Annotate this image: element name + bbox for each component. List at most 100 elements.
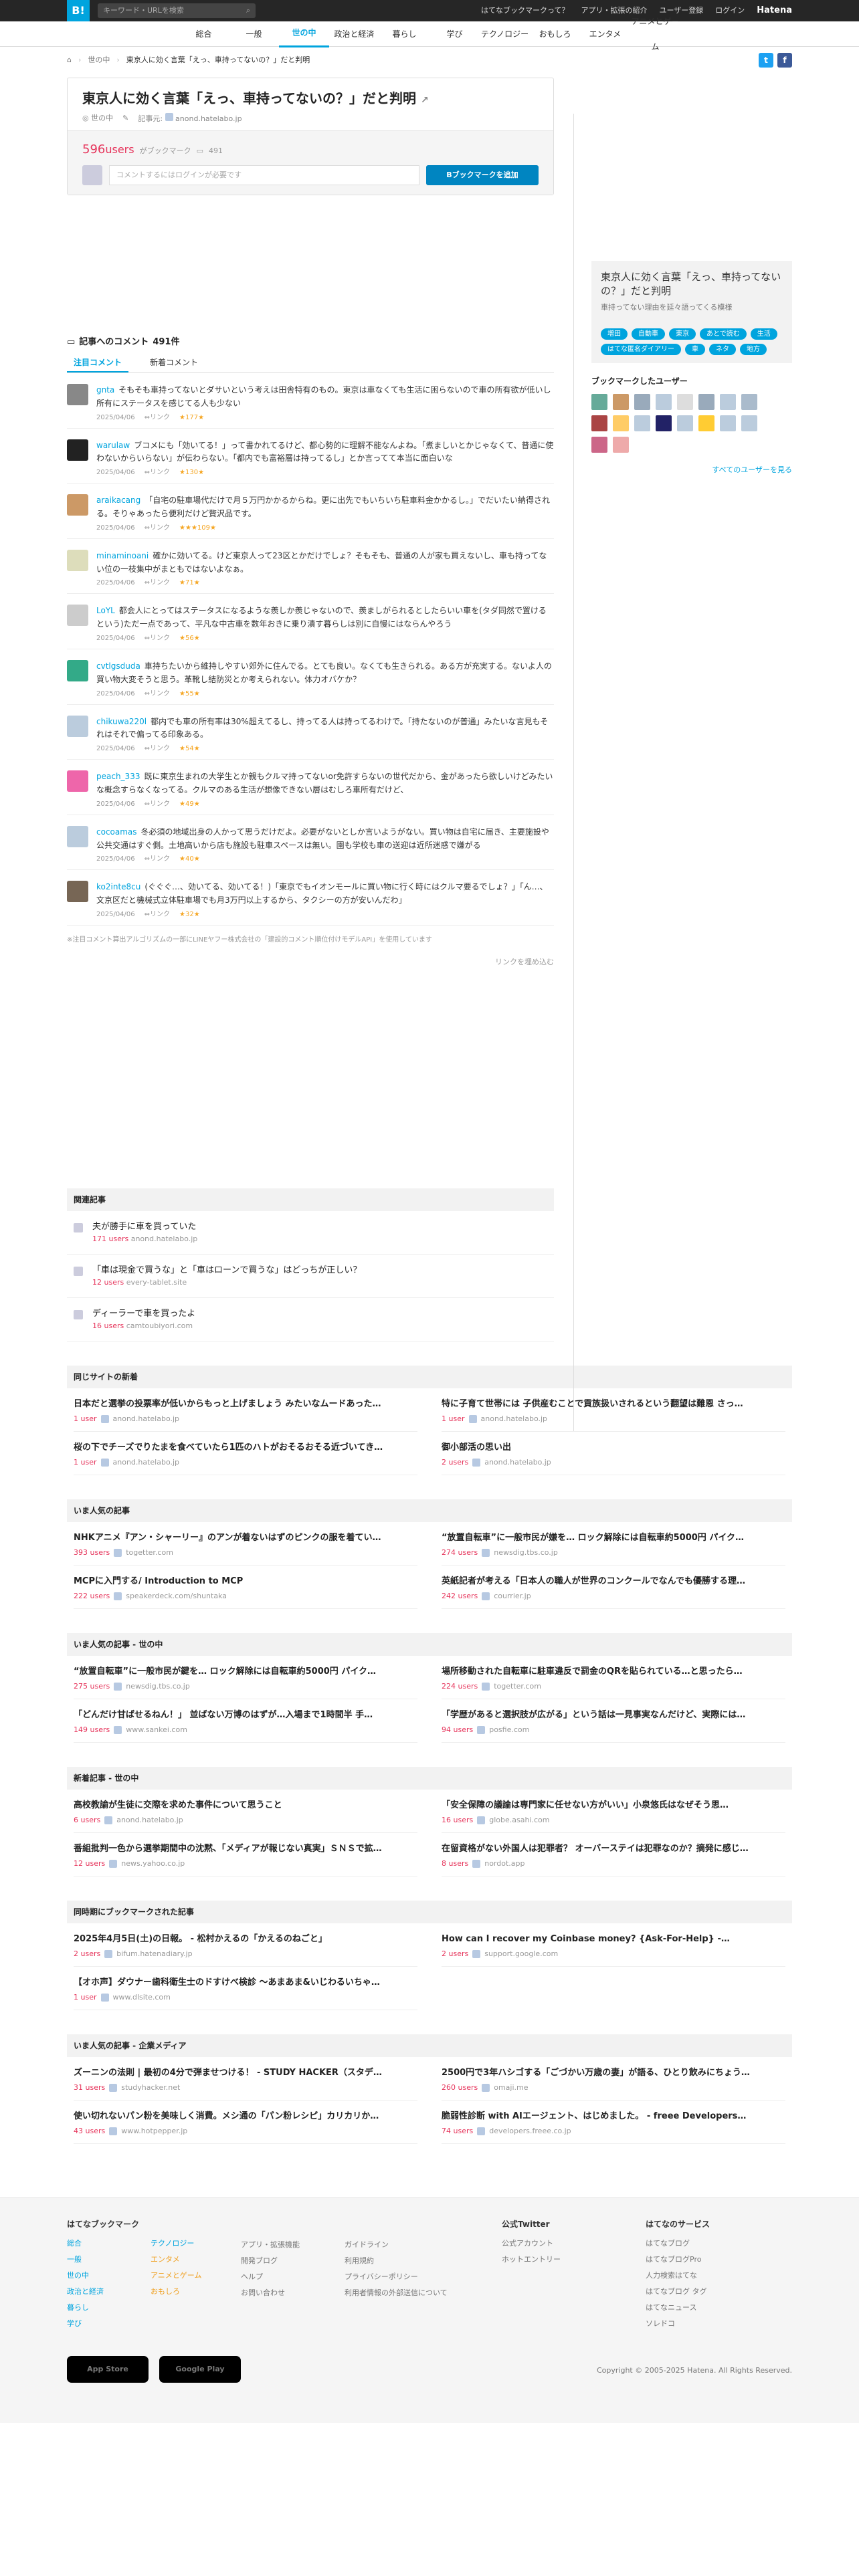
footer-link[interactable]: ガイドライン: [345, 2237, 502, 2253]
users-count[interactable]: 222 users: [74, 1591, 110, 1602]
comment-user[interactable]: ko2inte8cu: [96, 882, 140, 891]
tag-chip[interactable]: 地方: [740, 343, 767, 355]
footer-link[interactable]: ソレドコ: [646, 2316, 710, 2332]
users-count[interactable]: 43 users: [74, 2126, 105, 2137]
tag-chip[interactable]: 増田: [601, 328, 628, 340]
google-play-badge[interactable]: Google Play: [159, 2356, 241, 2383]
comment-date[interactable]: 2025/04/06: [96, 854, 135, 864]
user-avatar[interactable]: [591, 436, 607, 453]
home-icon[interactable]: ⌂: [67, 55, 72, 66]
entry-card[interactable]: “放置自転車”に一般市民が嫌を… ロック解除には自転車約5000円 パイク… 27…: [442, 1522, 785, 1566]
link-icon[interactable]: ⇔リンク: [145, 578, 170, 588]
entry-card[interactable]: 場所移動された自転車に駐車違反で罰金のQRを貼られている…と思ったら… 224 u…: [442, 1656, 785, 1700]
category-tab[interactable]: 暮らし: [379, 21, 430, 47]
footer-link[interactable]: 世の中: [67, 2268, 104, 2284]
star-count[interactable]: ★130★: [179, 467, 204, 477]
category-tab[interactable]: 一般: [229, 21, 279, 47]
footer-link[interactable]: はてなニュース: [646, 2300, 710, 2316]
category-tab[interactable]: テクノロジー: [480, 21, 530, 47]
star-count[interactable]: ★56★: [179, 633, 200, 643]
entry-title[interactable]: 「どんだけ甘ばせるねん！」 並ばない万博のはずが…入場まで1時間半 手…: [74, 1709, 417, 1722]
entry-title[interactable]: 日本だと選挙の投票率が低いからもっと上げましょう みたいなムードあった…: [74, 1398, 417, 1411]
embed-link[interactable]: リンクを埋め込む: [67, 957, 554, 968]
entry-card[interactable]: 日本だと選挙の投票率が低いからもっと上げましょう みたいなムードあった… 1 us…: [74, 1388, 417, 1432]
comment-user[interactable]: cvtlgsduda: [96, 661, 140, 671]
link-icon[interactable]: ⇔リンク: [145, 854, 170, 864]
entry-card[interactable]: 「どんだけ甘ばせるねん！」 並ばない万博のはずが…入場まで1時間半 手… 149 …: [74, 1699, 417, 1743]
users-count[interactable]: 171 users: [92, 1235, 128, 1243]
category-tab[interactable]: 総合: [179, 21, 229, 47]
entry-card[interactable]: 英紙記者が考える「日本人の職人が世界のコンクールでなんでも優勝する理… 242 u…: [442, 1566, 785, 1610]
domain[interactable]: www.sankei.com: [126, 1725, 187, 1736]
entry-title[interactable]: ズーニンの法則 | 最初の4分で弾ませつける！ - STUDY HACKER（ス…: [74, 2066, 417, 2080]
avatar[interactable]: [67, 439, 88, 461]
entry-card[interactable]: 高校教諭が生徒に交際を求めた事件について思うこと 6 users anond.hat…: [74, 1790, 417, 1834]
see-all-users-link[interactable]: すべてのユーザーを見る: [591, 465, 792, 476]
entry-card[interactable]: 「安全保障の議論は専門家に任せない方がいい」小泉悠氏はなぜそう思… 16 user…: [442, 1790, 785, 1834]
user-avatar[interactable]: [677, 393, 693, 410]
footer-link[interactable]: 一般: [67, 2252, 104, 2268]
related-title[interactable]: 「車は現金で買うな」と「車はローンで買うな」はどっちが正しい？: [92, 1264, 361, 1277]
footer-link[interactable]: 暮らし: [67, 2300, 104, 2316]
entry-card[interactable]: 2500円で3年ハシゴする「ごづかい万歳の妻」が語る、ひとり飲みにちょう… 260…: [442, 2057, 785, 2101]
add-bookmark-button[interactable]: Bブックマークを追加: [426, 165, 539, 185]
domain[interactable]: anond.hatelabo.jp: [131, 1235, 198, 1243]
star-count[interactable]: ★32★: [179, 909, 200, 920]
entry-title[interactable]: 「安全保障の議論は専門家に任せない方がいい」小泉悠氏はなぜそう思…: [442, 1799, 785, 1812]
app-store-badge[interactable]: App Store: [67, 2356, 149, 2383]
domain[interactable]: nordot.app: [484, 1858, 524, 1870]
domain[interactable]: omaji.me: [494, 2082, 528, 2094]
entry-title[interactable]: 在留資格がない外国人は犯罪者？ オーバーステイは犯罪なのか？摘発に感じ…: [442, 1842, 785, 1856]
related-item[interactable]: 夫が勝手に車を買っていた 171 users anond.hatelabo.jp: [67, 1211, 554, 1255]
comment-user[interactable]: gnta: [96, 385, 114, 395]
users-count[interactable]: 2 users: [442, 1949, 468, 1960]
domain[interactable]: togetter.com: [126, 1547, 173, 1559]
tag-chip[interactable]: 車: [685, 343, 705, 355]
tag-chip[interactable]: 東京: [669, 328, 696, 340]
tag-chip[interactable]: はてな匿名ダイアリー: [601, 343, 681, 355]
tag-chip[interactable]: あとで読む: [700, 328, 747, 340]
users-count[interactable]: 393 users: [74, 1547, 110, 1559]
users-count[interactable]: 1 user: [74, 1992, 97, 2004]
users-count[interactable]: 149 users: [74, 1725, 110, 1736]
entry-card[interactable]: 脆弱性診断 with AIエージェント、はじめました。 - freee Deve…: [442, 2101, 785, 2145]
link-icon[interactable]: ⇔リンク: [145, 744, 170, 754]
domain[interactable]: news.yahoo.co.jp: [121, 1858, 185, 1870]
domain[interactable]: support.google.com: [484, 1949, 558, 1960]
star-count[interactable]: ★★★109★: [179, 523, 216, 533]
category-tab[interactable]: おもしろ: [530, 21, 580, 47]
entry-card[interactable]: 桜の下でチーズでりたまを食べていたら1匹のハトがおそるおそる近づいてき… 1 us…: [74, 1432, 417, 1476]
user-avatar[interactable]: [634, 415, 650, 431]
users-count[interactable]: 596users: [82, 140, 134, 158]
user-avatar[interactable]: [656, 393, 672, 410]
user-avatar[interactable]: [656, 415, 672, 431]
comment-date[interactable]: 2025/04/06: [96, 689, 135, 699]
entry-title[interactable]: How can I recover my Coinbase money? {As…: [442, 1933, 785, 1946]
entry-title[interactable]: 2500円で3年ハシゴする「ごづかい万歳の妻」が語る、ひとり飲みにちょう…: [442, 2066, 785, 2080]
users-count[interactable]: 31 users: [74, 2082, 105, 2094]
user-avatar[interactable]: [698, 415, 714, 431]
entry-card[interactable]: 使い切れないパン粉を美味しく消費。メシ通の「パン粉レシピ」カリカリか… 43 us…: [74, 2101, 417, 2145]
star-count[interactable]: ★177★: [179, 413, 204, 423]
entry-category[interactable]: ◎ 世の中: [82, 113, 113, 125]
user-avatar[interactable]: [591, 393, 607, 410]
users-count[interactable]: 242 users: [442, 1591, 478, 1602]
footer-link[interactable]: 開発ブログ: [241, 2253, 345, 2269]
footer-link[interactable]: 公式アカウント: [502, 2236, 646, 2252]
breadcrumb-category[interactable]: 世の中: [88, 55, 110, 66]
entry-title[interactable]: 場所移動された自転車に駐車違反で罰金のQRを貼られている…と思ったら…: [442, 1665, 785, 1679]
footer-link[interactable]: エンタメ: [151, 2252, 201, 2268]
link-icon[interactable]: ⇔リンク: [145, 413, 170, 423]
footer-link[interactable]: 総合: [67, 2236, 104, 2252]
entry-source[interactable]: 記事元: anond.hatelabo.jp: [138, 113, 242, 125]
users-count[interactable]: 224 users: [442, 1681, 478, 1693]
avatar[interactable]: [67, 549, 88, 571]
domain[interactable]: newsdig.tbs.co.jp: [126, 1681, 190, 1693]
comment-date[interactable]: 2025/04/06: [96, 578, 135, 588]
avatar[interactable]: [67, 659, 88, 681]
user-avatar[interactable]: [613, 436, 629, 453]
category-tab[interactable]: 学び: [430, 21, 480, 47]
avatar[interactable]: [67, 825, 88, 847]
comment-user[interactable]: chikuwa220l: [96, 717, 147, 726]
domain[interactable]: anond.hatelabo.jp: [113, 1457, 180, 1469]
